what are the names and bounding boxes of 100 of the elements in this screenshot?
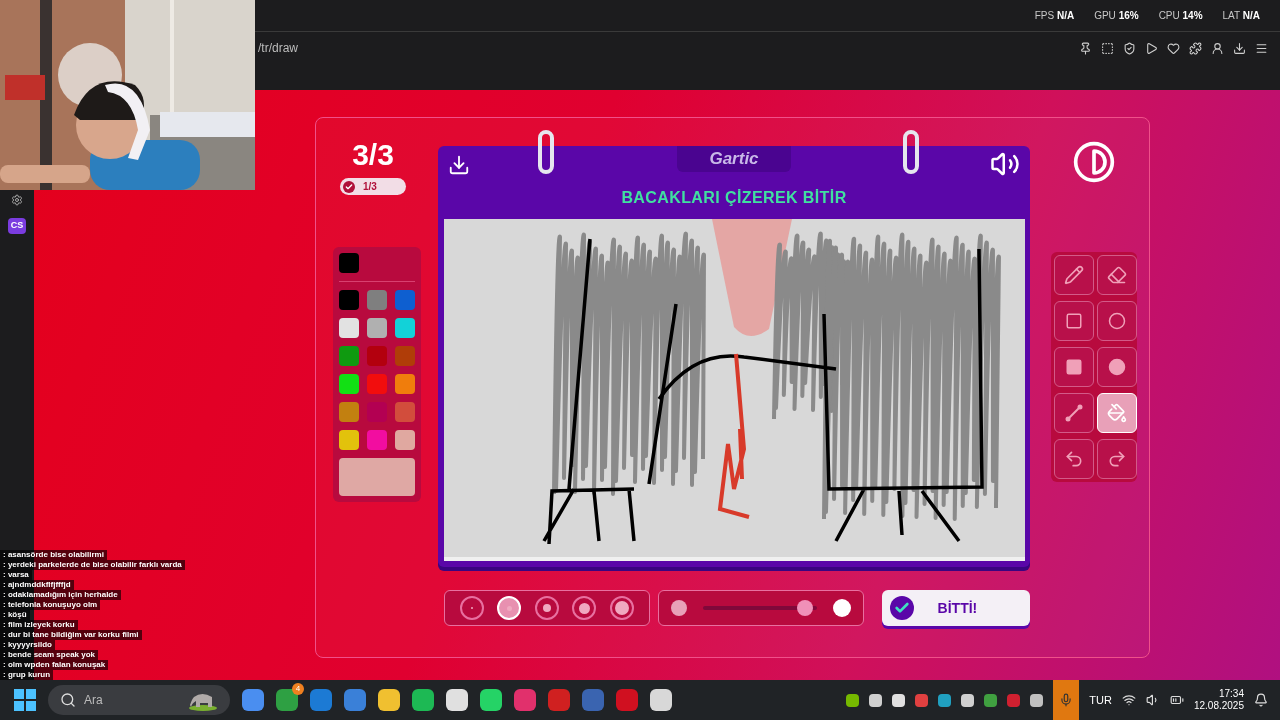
- app-icon[interactable]: [378, 689, 400, 711]
- chat-message: : ajndmddkflfjfffjd: [0, 580, 74, 590]
- heart-icon[interactable]: [1167, 41, 1180, 55]
- prompt-text: BACAKLARI ÇİZEREK BİTİR: [621, 188, 847, 208]
- performance-stat: GPU 16%: [1093, 9, 1140, 23]
- app-icon[interactable]: [412, 689, 434, 711]
- tool-button[interactable]: [1054, 393, 1094, 433]
- tool-button[interactable]: [1097, 255, 1137, 295]
- pin-icon[interactable]: [1079, 41, 1092, 55]
- color-swatch[interactable]: [367, 374, 387, 394]
- tray-icon[interactable]: [869, 693, 883, 707]
- app-icon[interactable]: [242, 689, 264, 711]
- language-indicator[interactable]: TUR: [1089, 691, 1112, 709]
- tool-button[interactable]: [1054, 255, 1094, 295]
- color-swatch[interactable]: [395, 430, 415, 450]
- performance-stat: CPU 14%: [1157, 9, 1204, 23]
- tray-icon[interactable]: [846, 693, 860, 707]
- slider-thumb[interactable]: [797, 600, 814, 616]
- drawing-canvas[interactable]: [443, 219, 1025, 557]
- url-text: /tr/draw: [258, 40, 298, 57]
- brush-size-button[interactable]: [609, 596, 634, 620]
- color-swatch[interactable]: [339, 290, 359, 310]
- eraser-icon: [1107, 265, 1127, 285]
- color-swatch[interactable]: [339, 346, 359, 366]
- tray-icon[interactable]: [938, 693, 952, 707]
- color-swatch[interactable]: [367, 430, 387, 450]
- tool-button[interactable]: [1097, 301, 1137, 341]
- download-icon[interactable]: [1233, 41, 1246, 55]
- color-swatch[interactable]: [339, 318, 359, 338]
- color-swatch[interactable]: [395, 290, 415, 310]
- microphone-button[interactable]: [1053, 680, 1080, 720]
- chat-message: : bende seam speak yok: [0, 650, 99, 660]
- battery-icon[interactable]: [1169, 693, 1184, 707]
- chat-message: : köşü: [0, 610, 30, 620]
- filled-square-icon: [1065, 358, 1083, 376]
- clock[interactable]: 17:34 12.08.2025: [1193, 687, 1244, 713]
- pencil-icon: [1064, 265, 1084, 285]
- chat-message: : odaklamadığım için herhalde: [0, 590, 121, 600]
- chat-message: : olm wpden falan konuşak: [0, 660, 109, 670]
- screenshot-icon[interactable]: [1101, 41, 1114, 55]
- paint-bucket-icon: [1107, 403, 1127, 423]
- tray-icon[interactable]: [1030, 693, 1044, 707]
- chat-message: : kyyyyrsildo: [0, 640, 55, 650]
- tool-button[interactable]: [1097, 439, 1137, 479]
- chat-message: : varsa: [0, 570, 32, 580]
- binder-ring: [903, 130, 919, 174]
- color-swatch[interactable]: [339, 374, 359, 394]
- app-icon[interactable]: [480, 689, 502, 711]
- color-swatch[interactable]: [339, 253, 359, 273]
- brush-size-button[interactable]: [572, 596, 597, 620]
- windows-logo-icon[interactable]: [14, 689, 36, 711]
- search-icon: [60, 692, 76, 708]
- square-icon: [1065, 312, 1083, 330]
- app-icon[interactable]: [446, 689, 468, 711]
- app-icon[interactable]: [650, 689, 672, 711]
- performance-stat: FPS N/A: [1033, 9, 1076, 23]
- logo-text: Gartic: [677, 146, 791, 172]
- chat-message: : telefonla konuşuyo olm: [0, 600, 101, 610]
- chat-message: : asansörde bise olabilirmi: [0, 550, 107, 560]
- redo-icon: [1107, 449, 1127, 469]
- play-icon[interactable]: [1145, 41, 1158, 55]
- check-icon: [343, 180, 355, 193]
- tool-button[interactable]: [1054, 301, 1094, 341]
- round-counter: 3/3: [352, 140, 394, 170]
- color-swatch[interactable]: [339, 458, 415, 496]
- puzzle-icon[interactable]: [1189, 41, 1202, 55]
- search-field[interactable]: Ara: [48, 685, 230, 715]
- performance-stat: LAT N/A: [1221, 9, 1261, 23]
- color-swatch[interactable]: [367, 290, 387, 310]
- color-swatch[interactable]: [395, 402, 415, 422]
- brush-size-button[interactable]: [534, 596, 559, 620]
- download-icon[interactable]: [448, 154, 470, 176]
- contrast-icon[interactable]: [1072, 140, 1116, 184]
- tray-icon[interactable]: [961, 693, 975, 707]
- color-swatch[interactable]: [367, 318, 387, 338]
- tool-button[interactable]: [1097, 347, 1137, 387]
- gear-icon[interactable]: [11, 194, 23, 206]
- menu-icon[interactable]: [1255, 41, 1268, 55]
- notification-icon[interactable]: [1254, 693, 1268, 707]
- checkmark-icon: [889, 596, 914, 620]
- color-swatch[interactable]: [339, 430, 359, 450]
- wifi-icon[interactable]: [1121, 693, 1136, 707]
- color-swatch[interactable]: [395, 318, 415, 338]
- color-swatch[interactable]: [367, 346, 387, 366]
- tool-button[interactable]: [1054, 439, 1094, 479]
- shield-icon[interactable]: [1123, 41, 1136, 55]
- sidebar-app-icon[interactable]: CS: [8, 218, 26, 234]
- user-icon[interactable]: [1211, 41, 1224, 55]
- chat-message: : yerdeki parkelerde de bise olabilir farklı varda: [0, 560, 185, 570]
- tool-button[interactable]: [1054, 347, 1094, 387]
- filled-circle-icon: [1108, 358, 1126, 376]
- color-swatch[interactable]: [395, 346, 415, 366]
- chat-message: : film izleyek korku: [0, 620, 78, 630]
- color-swatch[interactable]: [395, 374, 415, 394]
- undo-icon: [1064, 449, 1084, 469]
- color-swatch[interactable]: [339, 402, 359, 422]
- tray-icon[interactable]: [892, 693, 906, 707]
- done-button[interactable]: BİTTİ!: [881, 590, 1030, 626]
- microphone-icon: [1059, 693, 1074, 707]
- app-icon[interactable]: [276, 689, 298, 711]
